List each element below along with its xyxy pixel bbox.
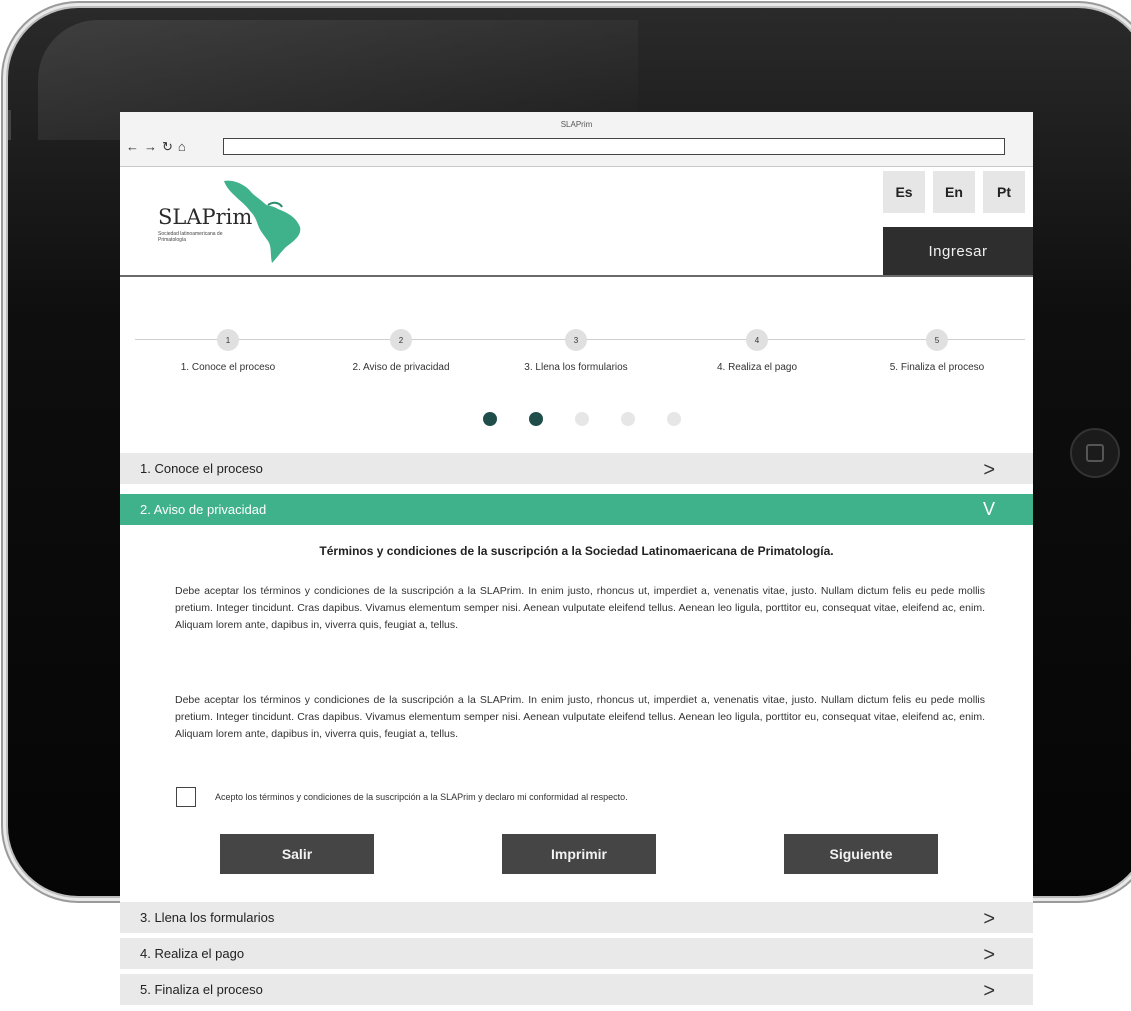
print-button[interactable]: Imprimir [502, 834, 656, 874]
step-2-circle[interactable]: 2 [390, 329, 412, 351]
forward-arrow-icon[interactable]: → [144, 139, 159, 154]
accordion-section-3[interactable]: 3. Llena los formularios > [120, 902, 1033, 935]
lang-pt-button[interactable]: Pt [983, 171, 1025, 213]
chevron-right-icon: > [983, 980, 995, 1002]
back-arrow-icon[interactable]: ← [126, 139, 141, 154]
step-5-circle[interactable]: 5 [926, 329, 948, 351]
chevron-down-icon: V [982, 499, 995, 519]
accept-checkbox[interactable] [176, 787, 196, 807]
step-4-circle[interactable]: 4 [746, 329, 768, 351]
tablet-screen: SLAPrim ← → ↻ ⌂ SLAPrim Sociedad latinoamer… [120, 112, 1033, 1011]
accordion-label: 4. Realiza el pago [140, 946, 245, 961]
browser-toolbar: SLAPrim ← → ↻ ⌂ [120, 112, 1033, 167]
url-field[interactable] [223, 138, 1005, 155]
site-header: SLAPrim Sociedad latinoamericana de Prim… [120, 167, 1033, 277]
accept-checkbox-label: Acepto los términos y condiciones de la … [215, 792, 628, 802]
progress-dot [529, 412, 543, 426]
progress-dot [667, 412, 681, 426]
accordion-label: 3. Llena los formularios [140, 910, 275, 925]
latin-america-map-icon [224, 180, 301, 263]
lang-es-button[interactable]: Es [883, 171, 925, 213]
accordion-section-4[interactable]: 4. Realiza el pago > [120, 938, 1033, 971]
step-1-circle[interactable]: 1 [217, 329, 239, 351]
progress-dot [575, 412, 589, 426]
login-button[interactable]: Ingresar [883, 227, 1033, 275]
lang-en-button[interactable]: En [933, 171, 975, 213]
reload-icon[interactable]: ↻ [162, 139, 175, 154]
step-2-label: 2. Aviso de privacidad [352, 362, 450, 373]
step-3-circle[interactable]: 3 [565, 329, 587, 351]
chevron-right-icon: > [983, 459, 995, 481]
next-button[interactable]: Siguiente [784, 834, 938, 874]
accordion-label: 1. Conoce el proceso [140, 461, 263, 476]
step-5-label: 5. Finaliza el proceso [889, 362, 985, 373]
accordion-label: 5. Finaliza el proceso [140, 982, 263, 997]
accordion-label: 2. Aviso de privacidad [140, 502, 267, 517]
progress-dot [483, 412, 497, 426]
accordion-section-1[interactable]: 1. Conoce el proceso > [120, 453, 1033, 486]
home-icon[interactable]: ⌂ [178, 139, 188, 154]
accordion-section-2[interactable]: 2. Aviso de privacidad V [120, 494, 1033, 527]
step-4-label: 4. Realiza el pago [716, 362, 798, 373]
chevron-right-icon: > [983, 944, 995, 966]
step-3-label: 3. Llena los formularios [524, 362, 628, 373]
home-button[interactable] [1070, 428, 1120, 478]
chevron-right-icon: > [983, 908, 995, 930]
accordion-section-5[interactable]: 5. Finaliza el proceso > [120, 974, 1033, 1007]
exit-button[interactable]: Salir [220, 834, 374, 874]
progress-dot [621, 412, 635, 426]
browser-nav: ← → ↻ ⌂ [126, 139, 191, 155]
step-1-label: 1. Conoce el proceso [180, 362, 276, 373]
terms-paragraph: Debe aceptar los términos y condiciones … [175, 694, 985, 740]
terms-paragraph: Debe aceptar los términos y condiciones … [175, 585, 985, 631]
terms-heading: Términos y condiciones de la suscripción… [319, 544, 834, 558]
volume-button [8, 110, 11, 140]
browser-title: SLAPrim [560, 120, 593, 129]
